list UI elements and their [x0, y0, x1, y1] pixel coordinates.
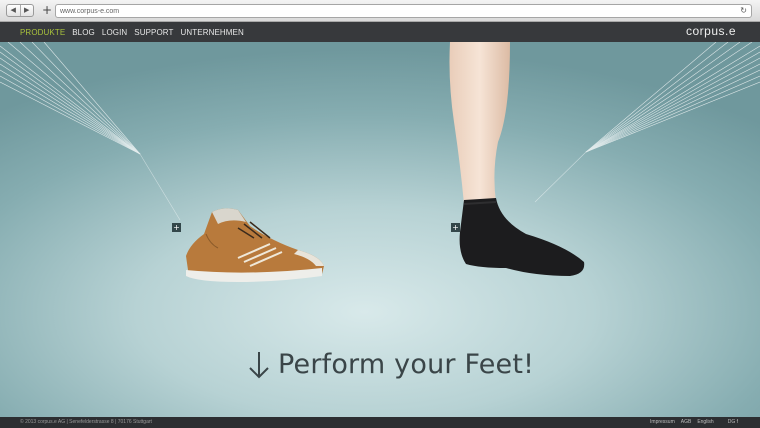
history-buttons: ◀ ▶ [6, 4, 34, 17]
hero-banner: + + Perform your Feet! [0, 42, 760, 417]
footer-links: Impressum AGB English DG f [644, 417, 738, 428]
sneaker-info-plus-icon[interactable]: + [172, 223, 181, 232]
sock-leg-image[interactable] [430, 42, 600, 282]
hero-headline: Perform your Feet! [248, 349, 534, 380]
new-tab-plus-icon[interactable]: + [40, 4, 54, 17]
browser-toolbar: ◀ ▶ + www.corpus-e.com ↻ [0, 0, 760, 22]
left-ray-beam [139, 153, 181, 221]
sock-info-plus-icon[interactable]: + [451, 223, 460, 232]
site-footer: © 2013 corpus.e AG | Senefelderstrasse 8… [0, 417, 760, 428]
nav-item-login[interactable]: LOGIN [102, 28, 127, 37]
footer-social-icons[interactable]: DG f [728, 417, 738, 428]
nav-item-produkte[interactable]: PRODUKTE [20, 28, 65, 37]
footer-link-impressum[interactable]: Impressum [650, 417, 675, 428]
footer-copyright: © 2013 corpus.e AG | Senefelderstrasse 8… [20, 419, 152, 425]
site-navigation: PRODUKTE BLOG LOGIN SUPPORT UNTERNEHMEN … [0, 22, 760, 42]
nav-item-unternehmen[interactable]: UNTERNEHMEN [181, 28, 244, 37]
headline-text: Perform your Feet! [278, 349, 535, 380]
nav-item-blog[interactable]: BLOG [72, 28, 95, 37]
reload-icon[interactable]: ↻ [740, 5, 747, 17]
back-arrow-icon[interactable]: ◀ [7, 5, 20, 16]
address-bar[interactable]: www.corpus-e.com ↻ [55, 4, 752, 18]
sneaker-image[interactable] [178, 204, 328, 284]
forward-arrow-icon[interactable]: ▶ [19, 5, 34, 16]
down-arrow-icon [249, 351, 269, 378]
brand-logo[interactable]: corpus.e [686, 24, 736, 38]
nav-menu: PRODUKTE BLOG LOGIN SUPPORT UNTERNEHMEN [20, 22, 251, 42]
footer-link-agb[interactable]: AGB [681, 417, 692, 428]
right-light-rays [585, 42, 760, 153]
footer-link-english[interactable]: English [697, 417, 713, 428]
nav-item-support[interactable]: SUPPORT [134, 28, 173, 37]
address-text: www.corpus-e.com [60, 8, 120, 15]
left-light-rays [0, 42, 141, 155]
browser-window: ◀ ▶ + www.corpus-e.com ↻ PRODUKTE BLOG L… [0, 0, 760, 428]
